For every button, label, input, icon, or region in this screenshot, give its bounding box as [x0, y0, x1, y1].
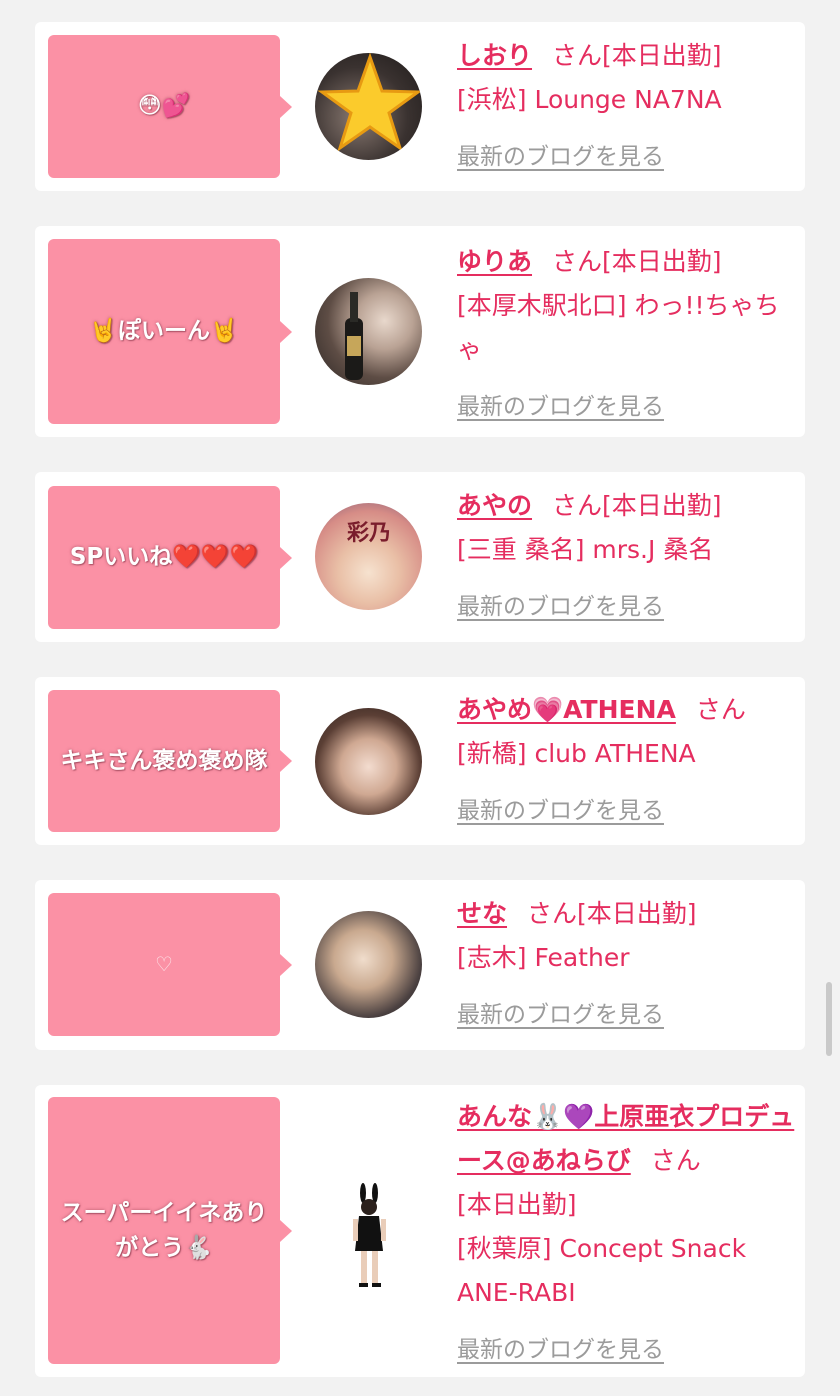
latest-blog-link[interactable]: 最新のブログを見る — [457, 993, 664, 1037]
post-card: ♡ せな さん[本日出勤] [志木] Feather 最新のブログを見る — [35, 880, 805, 1050]
shop-link[interactable]: [浜松] Lounge NA7NA — [457, 78, 797, 122]
name-line: あやめ💗ATHENA さん — [457, 688, 797, 732]
post-info: ゆりあ さん[本日出勤] [本厚木駅北口] わっ!!ちゃちゃ 最新のブログを見る — [457, 240, 797, 429]
post-info: しおり さん[本日出勤] [浜松] Lounge NA7NA 最新のブログを見る — [457, 34, 797, 179]
avatar[interactable]: 彩乃 — [315, 503, 422, 610]
comment-text: 😳💕 — [137, 93, 191, 119]
post-info: あんな🐰💜上原亜衣プロデュース@あねらび さん [本日出勤] [秋葉原] Conc… — [457, 1095, 797, 1372]
name-line: せな さん[本日出勤] — [457, 892, 797, 936]
girl-name-link[interactable]: あんな🐰💜上原亜衣プロデュース@あねらび — [457, 1102, 794, 1175]
name-line: しおり さん[本日出勤] — [457, 34, 797, 78]
comment-text: SPいいね❤️❤️❤️ — [69, 544, 259, 570]
girl-name-link[interactable]: しおり — [457, 41, 532, 70]
name-line: ゆりあ さん[本日出勤] — [457, 240, 797, 284]
bunny-figure-image[interactable] — [345, 1183, 395, 1288]
status-label: [本日出勤] — [457, 1190, 577, 1219]
comment-text: スーパーイイネありがとう🐇 — [60, 1199, 268, 1261]
avatar[interactable] — [315, 278, 422, 385]
san-label: さん — [695, 695, 746, 724]
latest-blog-link[interactable]: 最新のブログを見る — [457, 585, 664, 629]
scrollbar[interactable] — [826, 982, 832, 1056]
girl-name-link[interactable]: あやめ💗ATHENA — [457, 695, 676, 724]
comment-bubble: スーパーイイネありがとう🐇 — [48, 1097, 292, 1364]
comment-text: ♡ — [155, 952, 173, 976]
champagne-bottle-icon — [345, 292, 363, 380]
shop-link[interactable]: [本厚木駅北口] わっ!!ちゃちゃ — [457, 284, 797, 372]
post-info: せな さん[本日出勤] [志木] Feather 最新のブログを見る — [457, 892, 797, 1037]
shop-link[interactable]: [三重 桑名] mrs.J 桑名 — [457, 528, 797, 572]
latest-blog-link[interactable]: 最新のブログを見る — [457, 385, 664, 429]
post-card: キキさん褒め褒め隊 あやめ💗ATHENA さん [新橋] club ATHENA … — [35, 677, 805, 845]
shop-link[interactable]: [秋葉原] Concept Snack ANE-RABI — [457, 1227, 797, 1315]
status-label: [本日出勤] — [602, 491, 722, 520]
shop-link[interactable]: [志木] Feather — [457, 936, 797, 980]
post-card: スーパーイイネありがとう🐇 あんな🐰💜上原亜衣プロデュース@あねらび さん [本日… — [35, 1085, 805, 1377]
san-label: さん — [552, 247, 603, 276]
latest-blog-link[interactable]: 最新のブログを見る — [457, 789, 664, 833]
avatar[interactable] — [315, 911, 422, 1018]
comment-text: キキさん褒め褒め隊 — [60, 747, 268, 774]
comment-bubble: キキさん褒め褒め隊 — [48, 690, 292, 832]
post-card: SPいいね❤️❤️❤️ 彩乃 あやの さん[本日出勤] [三重 桑名] mrs.J… — [35, 472, 805, 642]
san-label: さん — [650, 1146, 701, 1175]
san-label: さん — [552, 41, 603, 70]
latest-blog-link[interactable]: 最新のブログを見る — [457, 135, 664, 179]
name-line: あやの さん[本日出勤] — [457, 484, 797, 528]
post-info: あやめ💗ATHENA さん [新橋] club ATHENA 最新のブログを見る — [457, 688, 797, 833]
post-info: あやの さん[本日出勤] [三重 桑名] mrs.J 桑名 最新のブログを見る — [457, 484, 797, 629]
comment-bubble: ♡ — [48, 893, 292, 1036]
status-label: [本日出勤] — [577, 899, 697, 928]
latest-blog-link[interactable]: 最新のブログを見る — [457, 1328, 664, 1372]
san-label: さん — [527, 899, 578, 928]
girl-name-link[interactable]: ゆりあ — [457, 247, 532, 276]
comment-text: 🤘ぽいーん🤘 — [89, 318, 239, 344]
avatar[interactable] — [315, 53, 422, 160]
status-label: [本日出勤] — [602, 247, 722, 276]
comment-bubble: 😳💕 — [48, 35, 292, 178]
status-label: [本日出勤] — [602, 41, 722, 70]
san-label: さん — [552, 491, 603, 520]
star-icon — [317, 53, 422, 152]
comment-bubble: 🤘ぽいーん🤘 — [48, 239, 292, 424]
bunny-costume-icon — [353, 1183, 386, 1287]
avatar[interactable] — [315, 708, 422, 815]
girl-name-link[interactable]: あやの — [457, 491, 532, 520]
avatar-name-text: 彩乃 — [347, 520, 392, 546]
shop-link[interactable]: [新橋] club ATHENA — [457, 732, 797, 776]
girl-name-link[interactable]: せな — [457, 899, 507, 928]
post-card: 🤘ぽいーん🤘 ゆりあ さん[本日出勤] [本厚木駅北口] わっ!!ちゃちゃ 最新の… — [35, 226, 805, 437]
comment-bubble: SPいいね❤️❤️❤️ — [48, 486, 292, 629]
post-card: 😳💕 しおり さん[本日出勤] [浜松] Lounge NA7NA 最新のブログを… — [35, 22, 805, 191]
name-line: あんな🐰💜上原亜衣プロデュース@あねらび さん — [457, 1095, 797, 1183]
